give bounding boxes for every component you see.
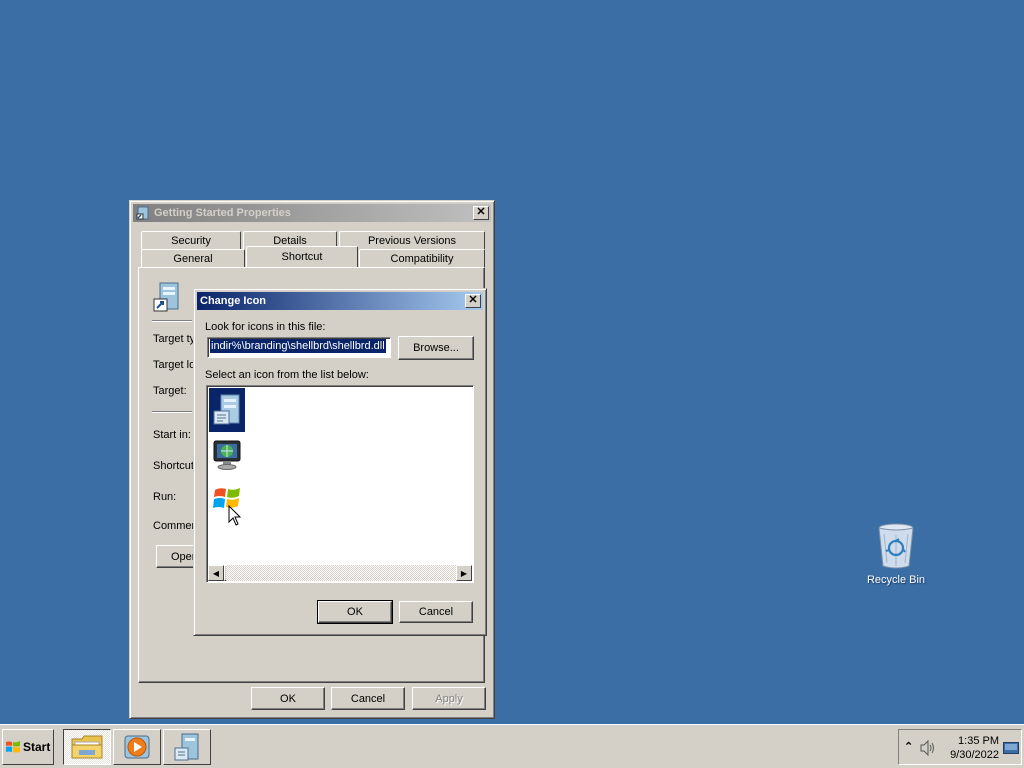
run-label: Run:: [153, 491, 177, 503]
scroll-thumb[interactable]: [224, 565, 226, 581]
properties-ok-button[interactable]: OK: [251, 687, 325, 710]
taskbar-media-player-button[interactable]: [113, 729, 161, 765]
scroll-right-button[interactable]: ▶: [456, 565, 472, 581]
start-button[interactable]: Start: [2, 729, 54, 765]
mouse-pointer-icon: [228, 505, 242, 526]
target-type-label: Target ty: [153, 333, 196, 345]
getting-started-icon: [174, 733, 199, 761]
recycle-bin-label: Recycle Bin: [866, 574, 926, 586]
icon-file-path-text: indir%\branding\shellbrd\shellbrd.dll: [210, 339, 386, 353]
change-icon-title: Change Icon: [200, 295, 267, 307]
icon-list-horizontal-scrollbar[interactable]: ◀ ▶: [208, 565, 472, 581]
change-icon-close-button[interactable]: ✕: [465, 294, 481, 308]
properties-apply-button: Apply: [412, 687, 486, 710]
show-hidden-icons-icon[interactable]: ⌃: [904, 740, 913, 753]
recycle-bin-shortcut[interactable]: Recycle Bin: [862, 522, 930, 586]
shortcut-key-label: Shortcut: [153, 460, 194, 472]
tab-security[interactable]: Security: [141, 231, 241, 249]
recycle-bin-icon: [878, 523, 914, 569]
show-desktop-icon[interactable]: [1003, 742, 1019, 754]
close-icon: ✕: [476, 206, 486, 218]
arrow-left-icon: ◀: [212, 568, 220, 578]
properties-cancel-button[interactable]: Cancel: [331, 687, 405, 710]
change-icon-dialog: Change Icon ✕ Look for icons in this fil…: [193, 288, 487, 636]
start-label: Start: [23, 740, 51, 754]
icon-list-item[interactable]: [209, 433, 245, 477]
taskbar: Start ⌃ 1:35 PM 9/30/2022: [0, 724, 1024, 768]
browse-button[interactable]: Browse...: [398, 336, 474, 360]
taskbar-explorer-button[interactable]: [63, 729, 111, 765]
shortcut-separator-mid: [152, 411, 192, 413]
folder-icon: [71, 735, 103, 759]
tab-compatibility[interactable]: Compatibility: [359, 249, 485, 267]
shortcut-icon: [153, 282, 179, 312]
tab-general[interactable]: General: [141, 249, 245, 267]
look-for-icons-label: Look for icons in this file:: [205, 321, 326, 333]
arrow-right-icon: ▶: [460, 568, 468, 578]
notification-area: ⌃ 1:35 PM 9/30/2022: [898, 729, 1022, 765]
getting-started-title-icon: [136, 206, 149, 220]
properties-close-button[interactable]: ✕: [473, 206, 489, 220]
comment-label: Commen: [153, 520, 198, 532]
select-icon-label: Select an icon from the list below:: [205, 369, 369, 381]
icon-list[interactable]: ◀ ▶: [206, 385, 474, 583]
properties-title: Getting Started Properties: [154, 207, 291, 219]
change-icon-ok-button[interactable]: OK: [317, 600, 393, 624]
clock[interactable]: 1:35 PM 9/30/2022: [937, 734, 999, 762]
close-icon: ✕: [468, 294, 478, 306]
change-icon-cancel-button[interactable]: Cancel: [399, 601, 473, 623]
media-player-icon: [124, 735, 150, 759]
shortcut-separator-top: [152, 320, 192, 322]
tab-previous-versions[interactable]: Previous Versions: [339, 231, 485, 249]
target-label: Target:: [153, 385, 187, 397]
target-location-label: Target lo: [153, 359, 196, 371]
change-icon-title-bar[interactable]: Change Icon ✕: [197, 292, 483, 310]
windows-logo-icon: [6, 741, 20, 753]
clock-time: 1:35 PM: [958, 735, 999, 747]
icon-list-item[interactable]: [209, 388, 245, 432]
volume-icon[interactable]: [919, 740, 937, 756]
scroll-left-button[interactable]: ◀: [208, 565, 224, 581]
start-in-label: Start in:: [153, 429, 191, 441]
properties-title-bar[interactable]: Getting Started Properties ✕: [133, 204, 491, 222]
tab-shortcut[interactable]: Shortcut: [246, 246, 358, 267]
computer-globe-icon: [213, 440, 241, 470]
icon-file-path-input[interactable]: indir%\branding\shellbrd\shellbrd.dll: [207, 337, 391, 358]
getting-started-icon: [213, 394, 240, 425]
taskbar-getting-started-button[interactable]: [163, 729, 211, 765]
clock-date: 9/30/2022: [950, 749, 999, 761]
